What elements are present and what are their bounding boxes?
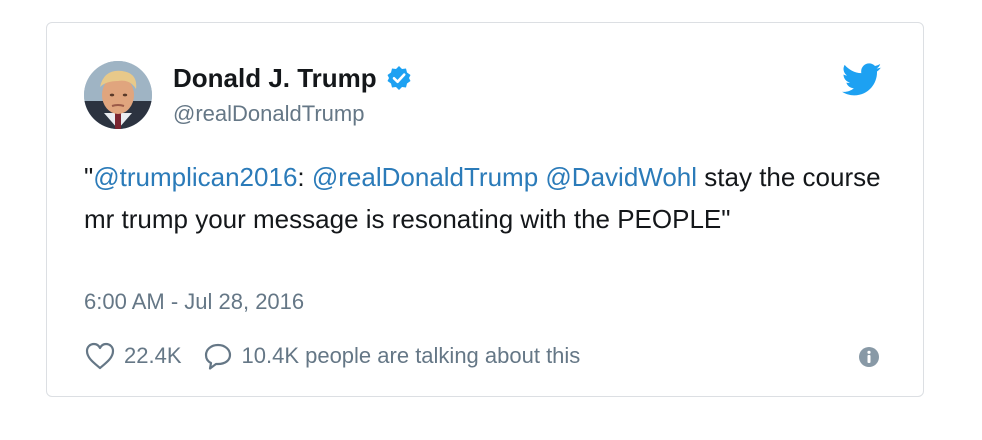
mention-link[interactable]: @trumplican2016 xyxy=(93,162,297,192)
twitter-bird-icon[interactable] xyxy=(841,63,882,97)
like-count[interactable]: 22.4K xyxy=(124,343,182,369)
tweet-text: "@trumplican2016: @realDonaldTrump @Davi… xyxy=(84,156,884,240)
verified-badge-icon xyxy=(386,65,412,91)
avatar[interactable] xyxy=(84,61,152,129)
mention-link[interactable]: @realDonaldTrump xyxy=(312,162,538,192)
profile-photo xyxy=(84,61,152,129)
display-name[interactable]: Donald J. Trump xyxy=(173,63,377,94)
timestamp[interactable]: 6:00 AM - Jul 28, 2016 xyxy=(84,289,304,315)
info-icon[interactable] xyxy=(858,346,880,368)
tweet-card: Donald J. Trump @realDonaldTrump "@trump… xyxy=(46,22,924,397)
mention-link[interactable]: @DavidWohl xyxy=(545,162,697,192)
name-row: Donald J. Trump xyxy=(173,60,412,96)
replies-text[interactable]: 10.4K people are talking about this xyxy=(242,343,581,369)
action-bar: 22.4K 10.4K people are talking about thi… xyxy=(84,339,580,373)
colon-text: : xyxy=(297,162,305,192)
heart-icon[interactable] xyxy=(84,341,116,371)
speech-bubble-icon[interactable] xyxy=(202,341,234,371)
quote-mark: " xyxy=(84,162,94,192)
user-handle[interactable]: @realDonaldTrump xyxy=(173,101,364,127)
